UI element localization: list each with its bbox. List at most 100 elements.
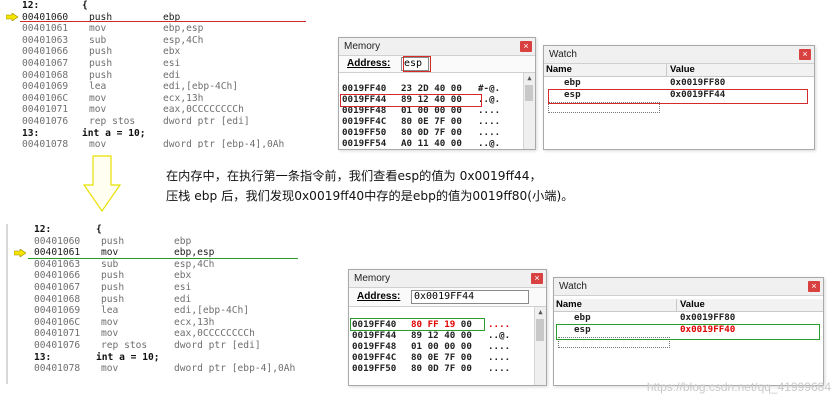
disassembly-lines: 12:{00401060 push ebp 00401061 mov ebp,esp 004… [0,0,312,148]
watch-window-bottom[interactable]: Watch × Name Value ebp 0x0019FF80 esp 0x001… [553,277,824,386]
memory-ascii: ..@. [478,138,501,149]
instruction-line[interactable]: 00401069 lea edi,[ebp-4Ch] [0,81,312,93]
instruction-line[interactable]: 00401063 sub esp,4Ch [8,259,308,271]
memory-row[interactable]: 0019FF54 A0 11 40 00 ..@. [339,138,523,149]
watch-header: Name Value [554,299,823,312]
instruction-line[interactable]: 00401063 sub esp,4Ch [0,35,312,47]
watch-new-entry[interactable] [554,336,823,348]
memory-scrollbar[interactable]: ▲ [534,307,546,385]
instruction-operands: dword ptr [edi] [163,115,250,127]
instruction-operands: dword ptr [edi] [174,339,261,351]
memory-row[interactable]: 0019FF40 80 FF 19 00.... [349,319,534,330]
disassembly-lines: 12:{00401060 push ebp 00401061 mov ebp,esp 004… [8,224,308,375]
memory-row[interactable]: 0019FF44 89 12 40 00 ..@. [349,330,534,341]
disassembly-panel-top[interactable]: 12:{00401060 push ebp 00401061 mov ebp,esp 004… [0,0,312,148]
close-icon[interactable]: × [808,281,820,292]
source-line[interactable]: 13: int a = 10; [0,128,312,140]
instruction-line[interactable]: 00401071 mov eax,0CCCCCCCCh [0,104,312,116]
instruction-mnemonic: mov [101,328,119,340]
memory-row[interactable]: 0019FF4C 80 0E 7F 00.... [349,352,534,363]
instruction-mnemonic: push [101,270,125,282]
close-icon[interactable]: × [520,41,532,52]
instruction-line[interactable]: 00401069 lea edi,[ebp-4Ch] [8,305,308,317]
watch-row-esp[interactable]: esp 0x0019FF44 [544,89,814,101]
scroll-thumb[interactable] [525,85,533,101]
source-line-text: int a = 10; [96,351,160,363]
watch-new-entry-box[interactable] [558,337,670,348]
memory-row[interactable]: 0019FF44 89 12 40 00 ..@. [339,94,523,105]
source-line[interactable]: 12: { [8,224,308,236]
instruction-line[interactable]: 00401076 rep stos dword ptr [edi] [0,116,312,128]
memory-row[interactable]: 0019FF48 01 00 00 00.... [339,105,523,116]
memory-window-top[interactable]: Memory × Address: 0019FF40 23 2D 40 00 #-@… [338,37,536,150]
instruction-address: 00401078 [34,363,81,375]
memory-row[interactable]: 0019FF40 23 2D 40 00 #-@. [339,83,523,94]
instruction-line[interactable]: 0040106C mov ecx,13h [0,93,312,105]
source-line-text: { [82,0,88,11]
instruction-mnemonic: mov [89,104,107,116]
close-icon[interactable]: × [799,49,811,60]
instruction-operands: ebp,esp [163,23,204,35]
instruction-operands: ebp [174,235,192,247]
watch-new-entry-box[interactable] [548,102,660,113]
watch-row-ebp[interactable]: ebp 0x0019FF80 [554,312,823,324]
instruction-line[interactable]: 00401076 rep stos dword ptr [edi] [8,340,308,352]
memory-address: 0019FF4C [342,116,387,127]
memory-address: 0019FF44 [352,330,397,341]
source-line-number: 13: [34,351,52,363]
scroll-up-icon[interactable]: ▲ [535,307,546,317]
instruction-line[interactable]: 00401066 push ebx [0,46,312,58]
instruction-address: 0040106C [22,92,69,104]
memory-row[interactable]: 0019FF50 80 0D 7F 00.... [339,127,523,138]
instruction-line[interactable]: 00401060 push ebp [8,236,308,248]
memory-window-bottom[interactable]: Memory × Address: 0019FF40 80 FF 19 00...… [348,269,547,386]
instruction-line[interactable]: 00401061 mov ebp,esp [0,23,312,35]
changed-bytes: 80 FF 19 [411,319,456,330]
watch-new-entry[interactable] [544,101,814,113]
source-line[interactable]: 12: { [0,0,312,12]
memory-address: 0019FF54 [342,138,387,149]
scroll-thumb[interactable] [536,319,544,341]
column-name: Name [556,299,582,310]
source-line[interactable]: 13: int a = 10; [8,352,308,364]
memory-scrollbar[interactable]: ▲ [523,73,535,149]
instruction-line[interactable]: 00401068 push edi [0,70,312,82]
instruction-address: 00401071 [34,328,81,340]
instruction-line[interactable]: 00401067 push esi [0,58,312,70]
instruction-line[interactable]: 00401078 mov dword ptr [ebp-4],0Ah [8,363,308,375]
watch-window-top[interactable]: Watch × Name Value ebp 0x0019FF80 esp 0x001… [543,45,815,150]
memory-ascii: ..@. [488,330,511,341]
instruction-line[interactable]: 00401068 push edi [8,294,308,306]
memory-row[interactable]: 0019FF4C 80 0E 7F 00.... [339,116,523,127]
close-icon[interactable]: × [531,273,543,284]
instruction-line[interactable]: 00401067 push esi [8,282,308,294]
instruction-mnemonic: push [101,293,125,305]
instruction-operands: esp,4Ch [174,258,215,270]
watch-rows: ebp 0x0019FF80 esp 0x0019FF40 [554,312,823,348]
memory-address: 0019FF40 [342,83,387,94]
memory-bytes: A0 11 40 00 [401,138,462,149]
instruction-line[interactable]: 00401078 mov dword ptr [ebp-4],0Ah [0,139,312,148]
source-line-number: 13: [22,127,40,139]
memory-row[interactable]: 0019FF48 01 00 00 00.... [349,341,534,352]
address-input[interactable] [411,290,529,304]
watch-name: ebp [574,312,591,323]
disassembly-panel-bottom[interactable]: 12:{00401060 push ebp 00401061 mov ebp,esp 004… [6,224,308,384]
column-name: Name [546,64,572,75]
instruction-line[interactable]: 0040106C mov ecx,13h [8,317,308,329]
instruction-address: 00401060 [34,235,81,247]
instruction-address: 00401066 [22,46,69,58]
scroll-up-icon[interactable]: ▲ [524,73,535,83]
address-input[interactable] [401,57,429,71]
instruction-line[interactable]: 00401066 push ebx [8,270,308,282]
watch-row-esp[interactable]: esp 0x0019FF40 [554,324,823,336]
instruction-address: 00401063 [34,258,81,270]
instruction-address: 00401061 [22,23,69,35]
memory-row[interactable]: 0019FF50 80 0D 7F 00.... [349,363,534,374]
instruction-mnemonic: lea [101,305,119,317]
instruction-mnemonic: mov [101,363,119,375]
watch-row-ebp[interactable]: ebp 0x0019FF80 [544,77,814,89]
watch-value: 0x0019FF40 [680,324,736,335]
instruction-line[interactable]: 00401071 mov eax,0CCCCCCCCh [8,328,308,340]
memory-bytes: 80 0E 7F 00 [411,352,472,363]
